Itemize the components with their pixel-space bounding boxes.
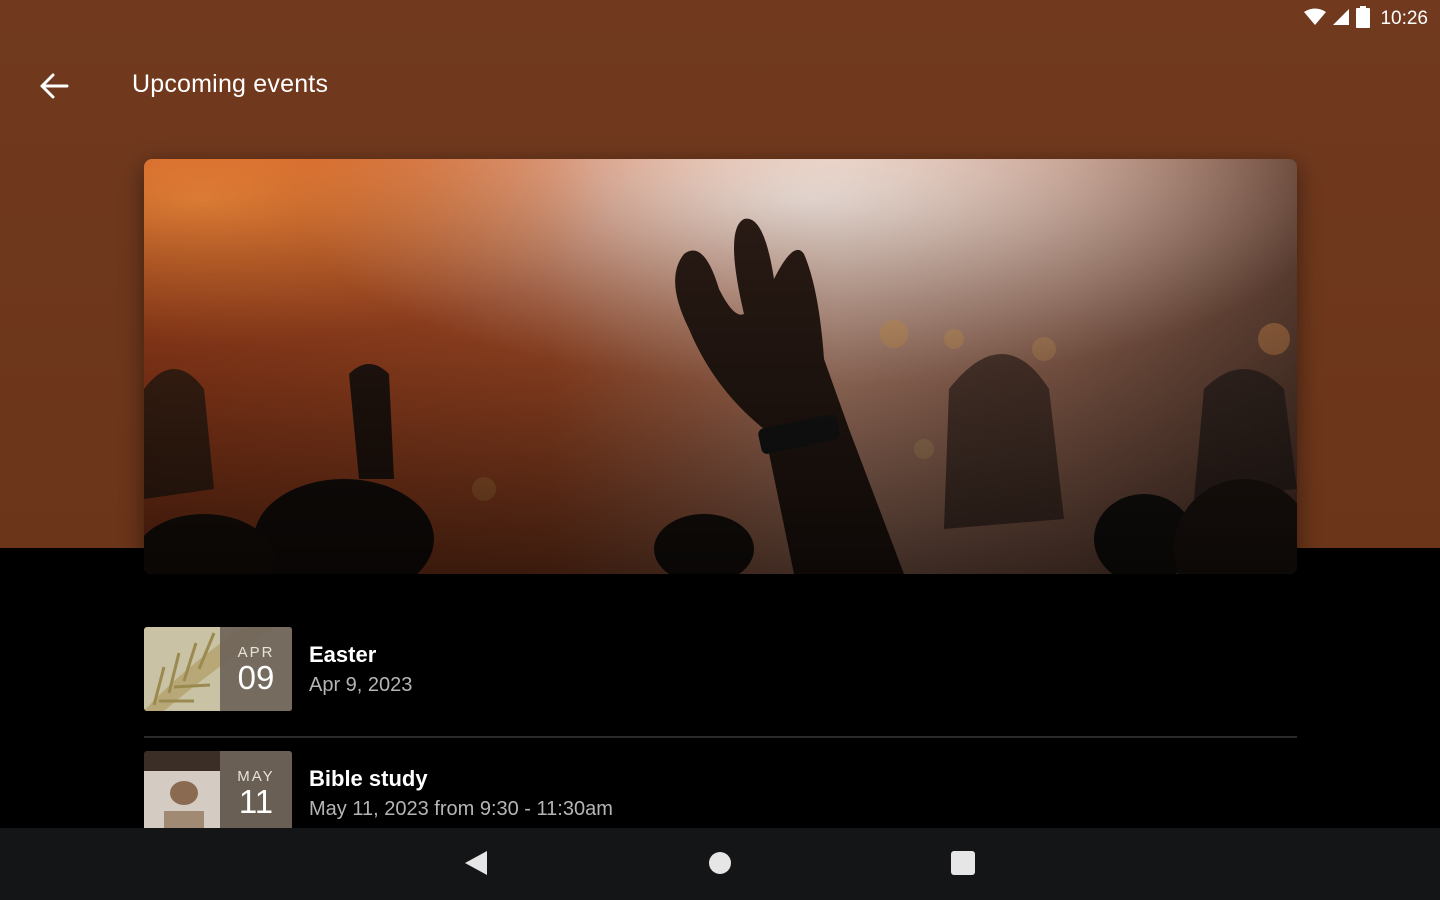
app-bar: Upcoming events: [0, 56, 1440, 116]
hero-image[interactable]: [144, 159, 1297, 574]
date-day: 11: [238, 782, 274, 820]
event-list: APR 09 Easter Apr 9, 2023 MAY 11 Bible s…: [144, 614, 1297, 860]
arrow-left-icon: [39, 73, 69, 104]
nav-recents-button[interactable]: [948, 850, 978, 880]
date-badge: APR 09: [220, 627, 292, 711]
status-bar: 10:26: [0, 0, 1440, 38]
list-item[interactable]: APR 09 Easter Apr 9, 2023: [144, 614, 1297, 736]
palm-leaf-photo: APR 09: [144, 627, 292, 711]
triangle-back-icon: [463, 849, 489, 882]
circle-home-icon: [707, 850, 733, 881]
event-date: May 11, 2023 from 9:30 - 11:30am: [309, 798, 613, 820]
page-title: Upcoming events: [132, 70, 329, 98]
date-day: 09: [237, 658, 275, 696]
date-month: MAY: [237, 767, 275, 785]
system-nav-bar: [0, 828, 1440, 900]
event-title: Bible study: [309, 766, 428, 791]
battery-icon: [1356, 5, 1371, 33]
nav-back-button[interactable]: [461, 850, 491, 880]
back-button[interactable]: [30, 64, 78, 112]
event-title: Easter: [309, 642, 377, 667]
cellular-signal-icon: [1332, 8, 1350, 31]
event-date: Apr 9, 2023: [309, 674, 413, 696]
nav-home-button[interactable]: [705, 850, 735, 880]
wifi-icon: [1304, 8, 1327, 31]
status-time: 10:26: [1380, 8, 1428, 29]
date-badge: MAY 11: [220, 751, 292, 835]
status-icons: 10:26: [1304, 5, 1428, 33]
bible-study-photo: MAY 11: [144, 751, 292, 835]
date-month: APR: [237, 643, 275, 661]
square-recents-icon: [950, 850, 976, 881]
